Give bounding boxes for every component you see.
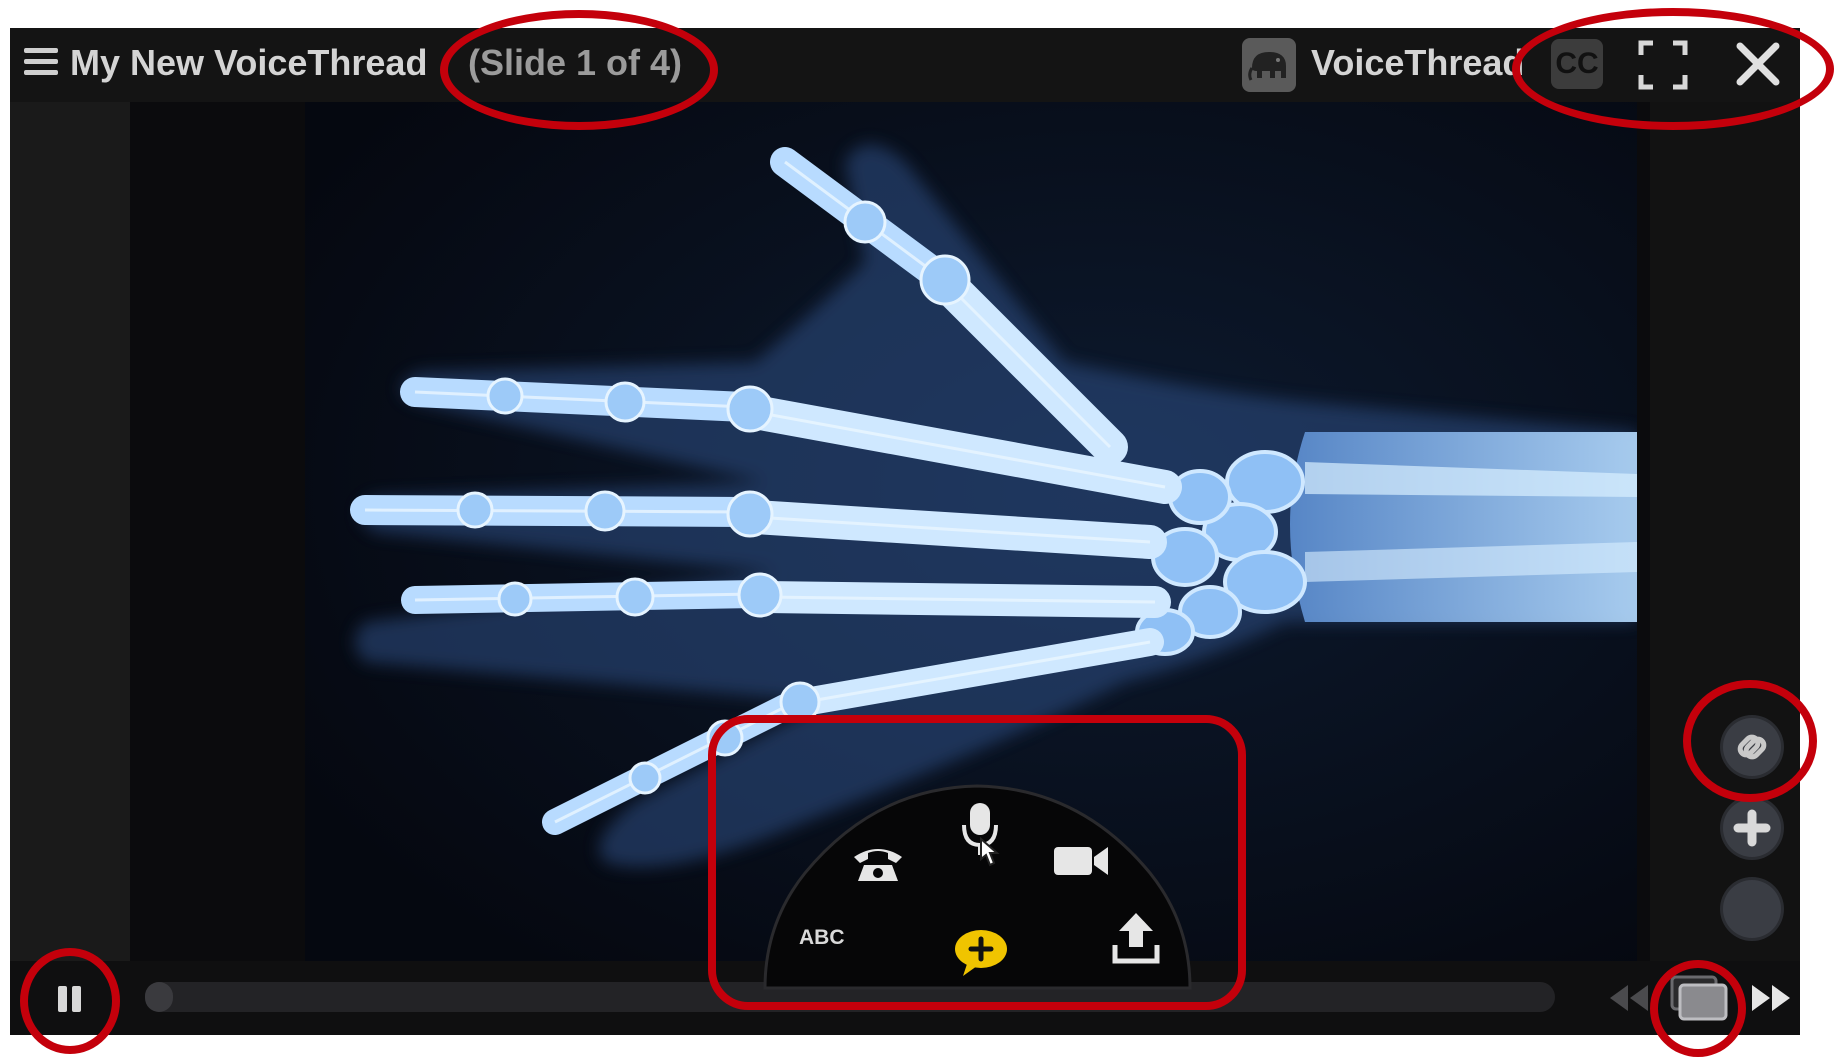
annotation-circle-link-tool: [1683, 680, 1817, 802]
annotation-circle-pause: [20, 948, 120, 1054]
left-side-panel: [10, 102, 130, 961]
elephant-logo-icon: [1242, 38, 1296, 92]
add-tool-button[interactable]: [1723, 799, 1781, 857]
hamburger-menu-icon[interactable]: [24, 48, 58, 82]
rewind-icon[interactable]: [1608, 983, 1650, 1013]
annotation-circle-top-controls: [1512, 8, 1834, 130]
annotation-circle-slide-counter: [440, 10, 718, 130]
annotation-rectangle-comment-menu: [708, 715, 1246, 1010]
brand-name: VoiceThread: [1311, 42, 1525, 83]
voicethread-title: My New VoiceThread: [70, 42, 428, 83]
blank-circle-icon: [1723, 880, 1781, 938]
fast-forward-icon[interactable]: [1750, 983, 1792, 1013]
blank-circle-button[interactable]: [1723, 880, 1781, 938]
annotation-circle-slides-browser: [1650, 960, 1746, 1057]
progress-fill: [145, 982, 174, 1012]
plus-icon: [1733, 809, 1771, 847]
